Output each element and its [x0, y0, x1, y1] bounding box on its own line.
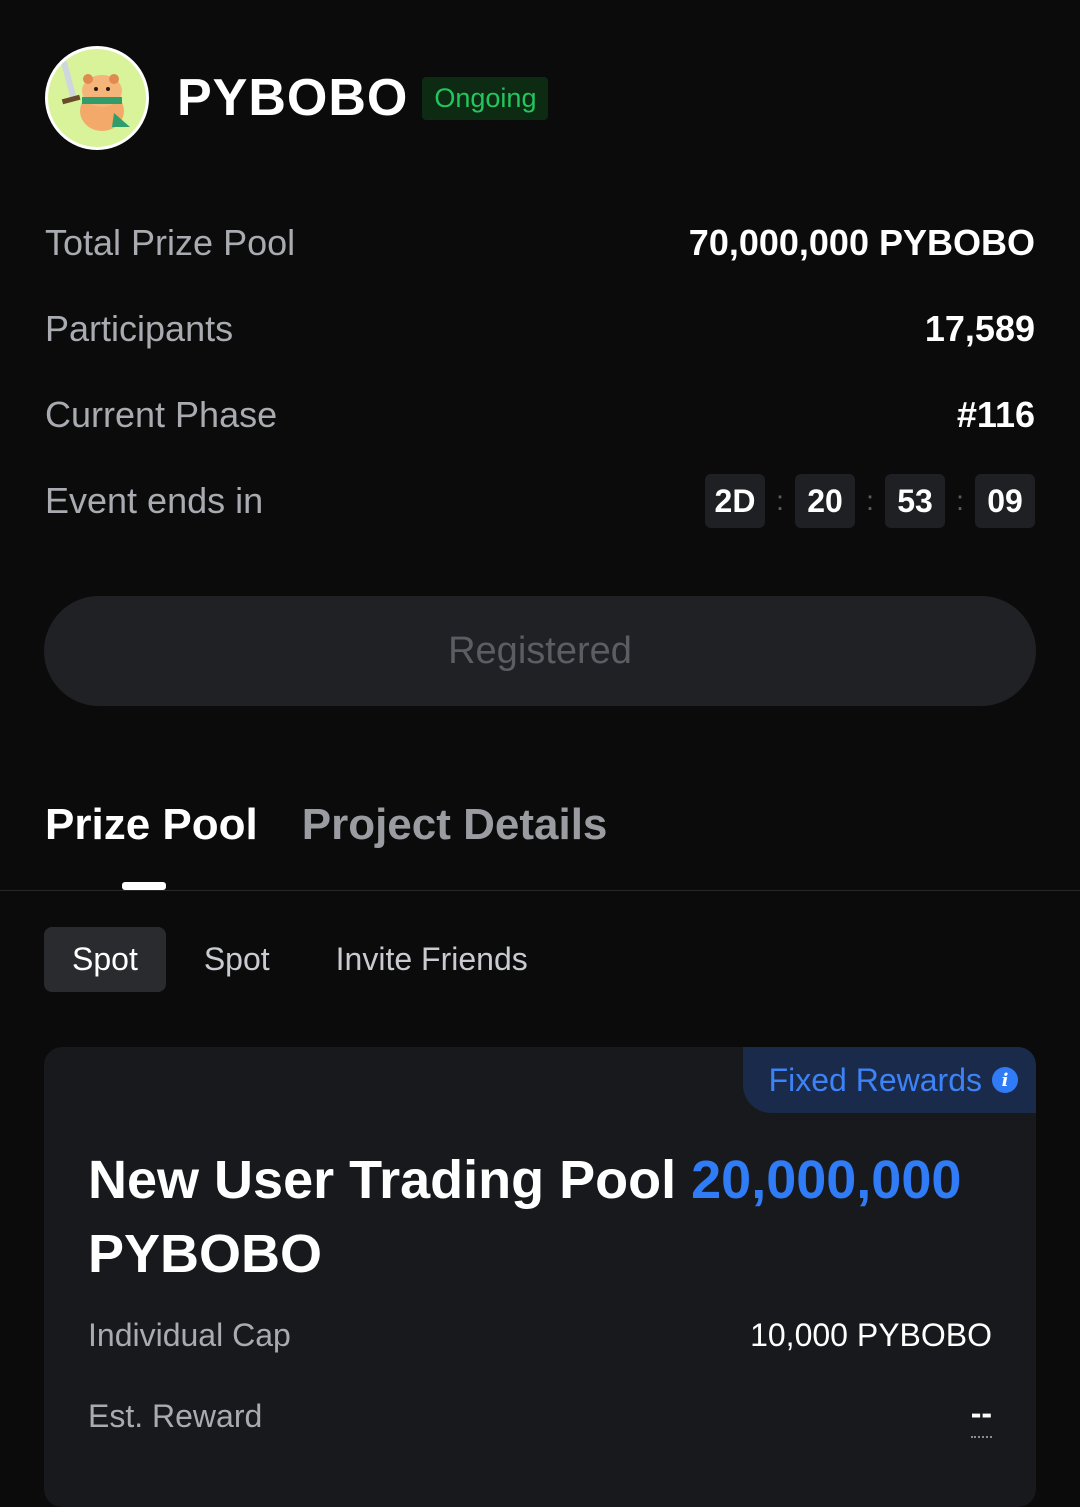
fixed-rewards-tag[interactable]: Fixed Rewards i	[742, 1047, 1036, 1113]
participants-row: Participants 17,589	[45, 286, 1035, 372]
status-badge: Ongoing	[422, 76, 549, 120]
fixed-rewards-label: Fixed Rewards	[768, 1061, 982, 1098]
current-phase-value: #116	[956, 394, 1035, 435]
event-stats: Total Prize Pool 70,000,000 PYBOBO Parti…	[45, 200, 1035, 544]
countdown-timer: 2D : 20 : 53 : 09	[705, 474, 1035, 528]
info-icon[interactable]: i	[992, 1067, 1018, 1093]
total-prize-pool-label: Total Prize Pool	[45, 222, 296, 263]
est-reward-value[interactable]: --	[970, 1395, 992, 1438]
countdown-separator: :	[956, 485, 964, 516]
new-user-pool-card: Fixed Rewards i New User Trading Pool 20…	[44, 1047, 1036, 1507]
tab-prize-pool[interactable]: Prize Pool	[45, 800, 258, 850]
event-ends-label: Event ends in	[45, 480, 264, 521]
current-phase-row: Current Phase #116	[45, 372, 1035, 458]
participants-label: Participants	[45, 308, 234, 349]
subtab-invite-friends[interactable]: Invite Friends	[308, 927, 556, 992]
pool-title-amount: 20,000,000	[691, 1150, 962, 1210]
participants-value: 17,589	[924, 308, 1035, 349]
pool-title-prefix: New User Trading Pool	[88, 1150, 677, 1210]
pool-title-suffix: PYBOBO	[88, 1224, 323, 1284]
current-phase-label: Current Phase	[45, 394, 278, 435]
subtab-spot-2[interactable]: Spot	[176, 927, 298, 992]
countdown-days: 2D	[705, 474, 765, 528]
tabs-divider	[0, 890, 1080, 891]
project-title: PYBOBO	[177, 69, 409, 127]
individual-cap-row: Individual Cap 10,000 PYBOBO	[88, 1317, 992, 1354]
individual-cap-value: 10,000 PYBOBO	[750, 1317, 992, 1353]
countdown-separator: :	[776, 485, 784, 516]
total-prize-pool-value: 70,000,000 PYBOBO	[688, 222, 1035, 263]
pool-subtabs: Spot Spot Invite Friends	[44, 927, 566, 992]
est-reward-row: Est. Reward --	[88, 1395, 992, 1438]
pool-title: New User Trading Pool 20,000,000 PYBOBO	[88, 1143, 1008, 1291]
main-tabs: Prize Pool Project Details	[45, 800, 651, 850]
active-tab-indicator	[122, 882, 166, 890]
countdown-seconds: 09	[975, 474, 1035, 528]
countdown-hours: 20	[795, 474, 855, 528]
project-header: PYBOBO Ongoing	[45, 44, 549, 152]
total-prize-pool-row: Total Prize Pool 70,000,000 PYBOBO	[45, 200, 1035, 286]
capybara-avatar-icon	[45, 46, 149, 150]
event-ends-row: Event ends in 2D : 20 : 53 : 09	[45, 458, 1035, 544]
est-reward-label: Est. Reward	[88, 1398, 263, 1434]
registered-button[interactable]: Registered	[44, 596, 1036, 706]
countdown-separator: :	[866, 485, 874, 516]
tab-project-details[interactable]: Project Details	[302, 800, 608, 850]
countdown-minutes: 53	[885, 474, 945, 528]
subtab-spot-1[interactable]: Spot	[44, 927, 166, 992]
individual-cap-label: Individual Cap	[88, 1317, 291, 1353]
